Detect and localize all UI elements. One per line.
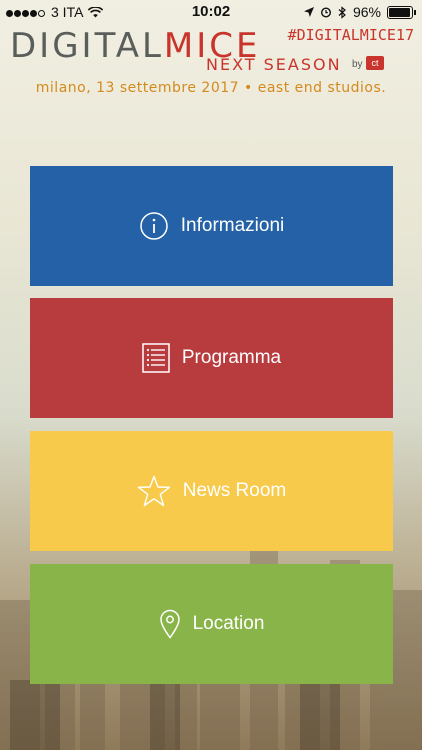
status-right: 96% — [303, 4, 416, 20]
location-arrow-icon — [303, 7, 314, 17]
bluetooth-icon — [338, 5, 346, 19]
menu-label-news-room: News Room — [182, 480, 287, 501]
battery-icon — [387, 5, 413, 19]
menu-tile-location[interactable]: Location — [30, 564, 393, 684]
status-bar: 3 ITA 10:02 96% — [0, 0, 422, 24]
list-icon — [142, 343, 170, 373]
event-tagline: milano, 13 settembre 2017 • east end stu… — [35, 80, 387, 96]
organizer-badge: ct — [366, 56, 384, 70]
event-subtitle: NEXT SEASON — [206, 55, 342, 74]
battery-tip — [414, 9, 416, 15]
alarm-icon — [320, 7, 331, 18]
menu-tile-informazioni[interactable]: Informazioni — [30, 166, 393, 286]
menu-tile-news-room[interactable]: News Room — [30, 431, 393, 551]
star-icon — [137, 475, 170, 507]
event-banner: DIGITALMICE #DIGITALMICE17 NEXT SEASON b… — [0, 24, 422, 102]
battery-percent: 96% — [352, 4, 381, 20]
menu-label-informazioni: Informazioni — [180, 215, 285, 236]
menu-tile-programma[interactable]: Programma — [30, 298, 393, 418]
menu-label-programma: Programma — [181, 347, 282, 368]
info-icon — [140, 212, 168, 240]
event-hashtag: #DIGITALMICE17 — [287, 26, 414, 44]
location-pin-icon — [159, 609, 180, 639]
logo-part-digital: DIGITAL — [10, 26, 164, 66]
menu-label-location: Location — [192, 613, 265, 634]
by-label: by — [352, 59, 363, 70]
